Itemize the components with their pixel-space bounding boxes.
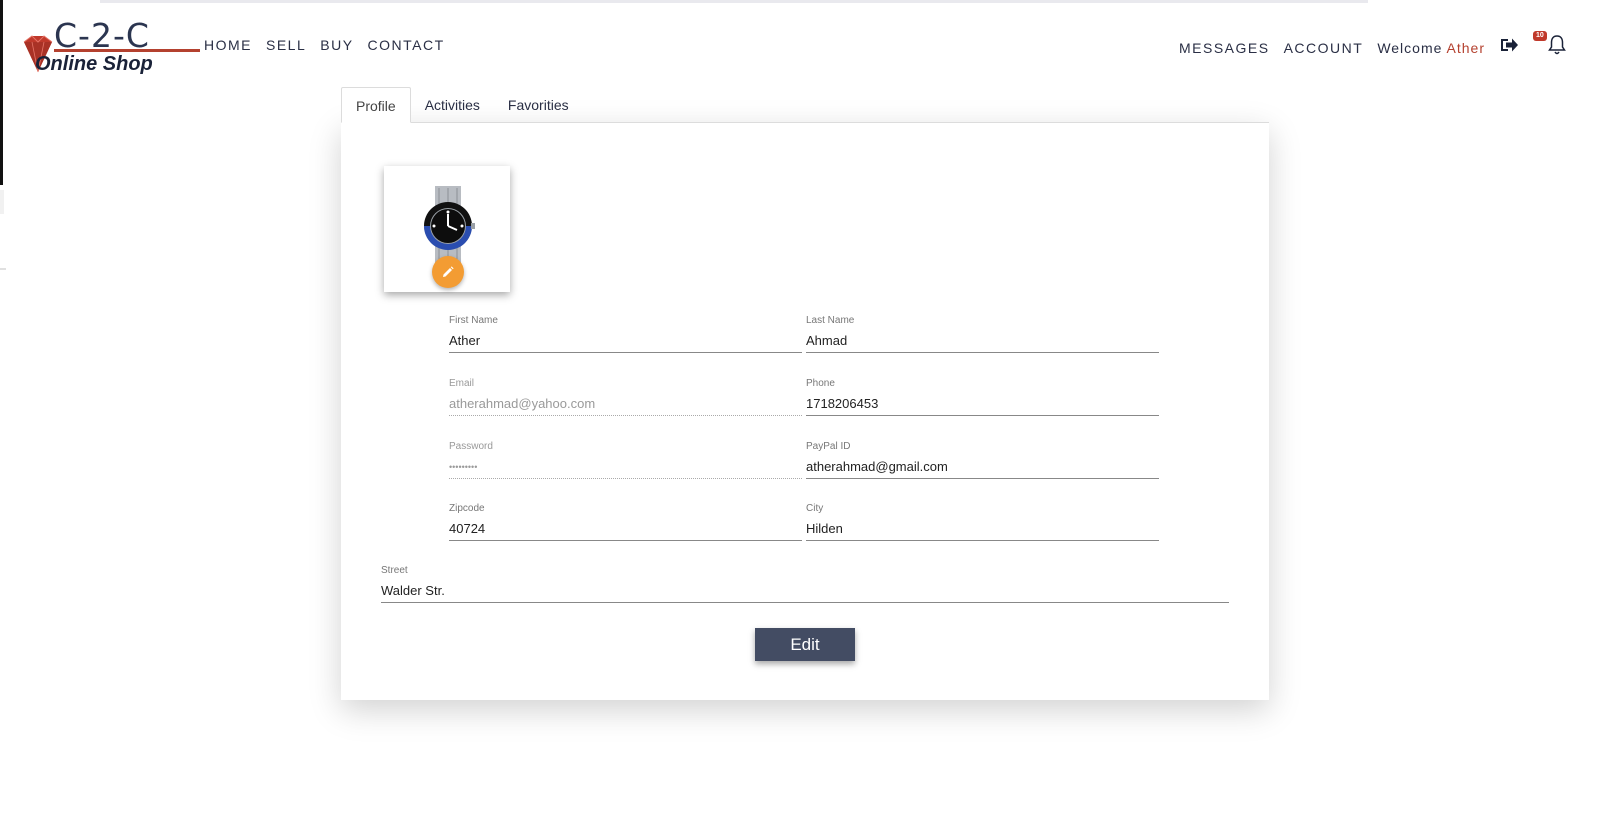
email-field: Email atherahmad@yahoo.com: [449, 378, 802, 416]
city-field[interactable]: City Hilden: [806, 503, 1159, 541]
top-divider: [100, 0, 1368, 3]
email-label: Email: [449, 378, 475, 389]
password-input: •••••••••: [449, 455, 802, 479]
first-name-label: First Name: [449, 315, 498, 326]
street-label: Street: [381, 565, 408, 576]
left-edge-mark: [0, 190, 4, 214]
logo-subtitle: Online Shop: [35, 53, 153, 75]
welcome-label: Welcome: [1377, 39, 1443, 56]
phone-field[interactable]: Phone 1718206453: [806, 378, 1159, 416]
left-edge-bar: [0, 0, 3, 185]
nav-sell[interactable]: SELL: [266, 37, 306, 53]
notifications-button[interactable]: 10: [1533, 31, 1567, 61]
phone-input[interactable]: 1718206453: [806, 392, 1159, 416]
pencil-icon: [443, 266, 454, 277]
street-field[interactable]: Street Walder Str.: [381, 565, 1229, 603]
zipcode-input[interactable]: 40724: [449, 517, 802, 541]
nav-account[interactable]: ACCOUNT: [1284, 40, 1364, 56]
user-nav: MESSAGES ACCOUNT Welcome Ather 10: [1179, 31, 1567, 61]
password-field: Password •••••••••: [449, 441, 802, 479]
zipcode-field[interactable]: Zipcode 40724: [449, 503, 802, 541]
sign-out-icon[interactable]: [1499, 36, 1519, 59]
paypal-field[interactable]: PayPal ID atherahmad@gmail.com: [806, 441, 1159, 479]
nav-messages[interactable]: MESSAGES: [1179, 40, 1270, 56]
edit-profile-button[interactable]: Edit: [755, 628, 855, 661]
tab-profile[interactable]: Profile: [341, 87, 411, 123]
phone-label: Phone: [806, 378, 835, 389]
tab-activities[interactable]: Activities: [411, 87, 494, 123]
bell-icon: [1548, 35, 1566, 55]
watch-image: [424, 186, 475, 264]
last-name-label: Last Name: [806, 315, 855, 326]
welcome-username: Ather: [1446, 39, 1485, 56]
welcome-text: Welcome Ather: [1377, 40, 1485, 56]
city-label: City: [806, 503, 824, 514]
nav-buy[interactable]: BUY: [320, 37, 353, 53]
last-name-input[interactable]: Ahmad: [806, 329, 1159, 353]
paypal-label: PayPal ID: [806, 441, 851, 452]
profile-tabs: Profile Activities Favorities: [341, 87, 583, 123]
notification-badge: 10: [1533, 31, 1547, 41]
edit-photo-button[interactable]: [432, 256, 464, 288]
nav-contact[interactable]: CONTACT: [368, 37, 445, 53]
tab-favorities[interactable]: Favorities: [494, 87, 583, 123]
first-name-input[interactable]: Ather: [449, 329, 802, 353]
zipcode-label: Zipcode: [449, 503, 485, 514]
site-logo[interactable]: C-2-C Online Shop: [18, 16, 200, 78]
paypal-input[interactable]: atherahmad@gmail.com: [806, 455, 1159, 479]
nav-home[interactable]: HOME: [204, 37, 252, 53]
logo-underline: [54, 49, 200, 52]
password-label: Password: [449, 441, 493, 452]
last-name-field[interactable]: Last Name Ahmad: [806, 315, 1159, 353]
city-input[interactable]: Hilden: [806, 517, 1159, 541]
email-input: atherahmad@yahoo.com: [449, 392, 802, 416]
profile-photo: [384, 166, 510, 292]
first-name-field[interactable]: First Name Ather: [449, 315, 802, 353]
profile-card: First Name Ather Last Name Ahmad Email a…: [341, 122, 1269, 700]
main-nav: HOME SELL BUY CONTACT: [204, 37, 445, 53]
left-edge-tick: [0, 268, 6, 270]
street-input[interactable]: Walder Str.: [381, 579, 1229, 603]
